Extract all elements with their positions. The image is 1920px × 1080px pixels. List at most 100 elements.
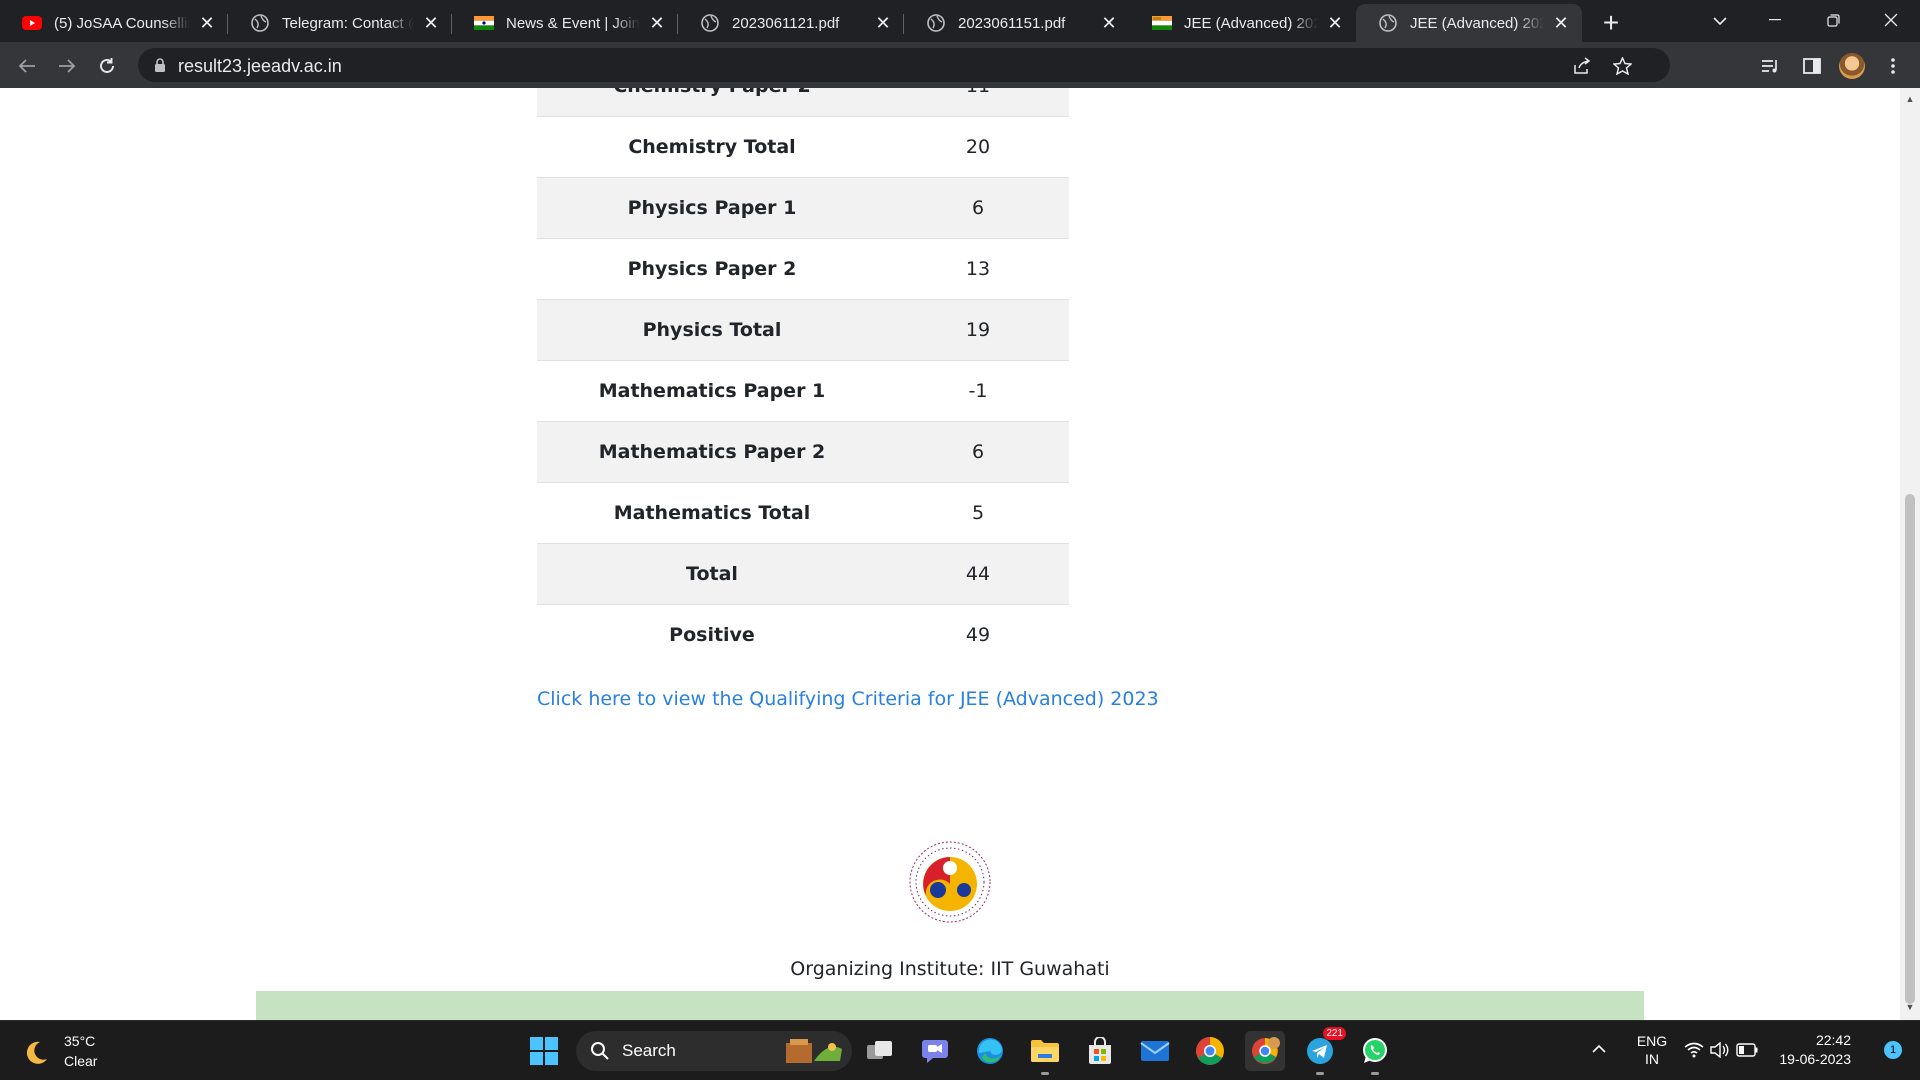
table-row: Physics Paper 1 6: [537, 177, 1069, 239]
score-table: Chemistry Paper 211 Chemistry Total 20 Ph…: [537, 88, 1069, 666]
marks-cell: 19: [965, 319, 991, 341]
minimize-button[interactable]: [1746, 0, 1804, 40]
forward-button[interactable]: [50, 49, 84, 83]
wifi-icon[interactable]: [1684, 1042, 1704, 1058]
marks-cell: 44: [965, 563, 991, 585]
scrollbar-thumb[interactable]: [1905, 494, 1915, 1004]
tab-pdf-2[interactable]: 2023061151.pdf ✕: [904, 4, 1130, 42]
task-view-button[interactable]: [860, 1031, 900, 1071]
close-window-button[interactable]: [1862, 0, 1920, 40]
minimize-icon: [1769, 19, 1781, 21]
tab-strip: (5) JoSAA Counselling ✕ Telegram: Contac…: [0, 0, 1920, 42]
close-tab-icon[interactable]: ✕: [1098, 12, 1120, 34]
arrow-left-icon: [18, 59, 35, 73]
url-text[interactable]: result23.jeeadv.ac.in: [178, 56, 342, 77]
subject-cell: Chemistry Paper 2: [537, 88, 887, 117]
tab-pdf-1[interactable]: 2023061121.pdf ✕: [678, 4, 904, 42]
clock[interactable]: 22:42 19-06-2023: [1775, 1031, 1851, 1069]
close-tab-icon[interactable]: ✕: [196, 12, 218, 34]
search-icon: [591, 1042, 609, 1060]
teams-chat-button[interactable]: [915, 1031, 955, 1071]
moon-icon: [26, 1041, 47, 1064]
close-tab-icon[interactable]: ✕: [1324, 12, 1346, 34]
weather-temperature: 35°C: [64, 1033, 96, 1049]
microsoft-store-button[interactable]: [1080, 1031, 1120, 1071]
region-code: IN: [1645, 1051, 1659, 1067]
table-row: Physics Total 19: [537, 299, 1069, 361]
subject-cell: Total: [686, 563, 738, 585]
tab-jee-2023[interactable]: JEE (Advanced) 2023 ✕: [1130, 4, 1356, 42]
menu-button[interactable]: [1876, 50, 1910, 82]
subject-cell: Physics Paper 1: [627, 197, 797, 219]
marks-cell: 6: [971, 441, 985, 463]
start-button[interactable]: [524, 1031, 564, 1071]
page-scrollbar[interactable]: ▲ ▼: [1900, 88, 1920, 1020]
bookmark-button[interactable]: [1608, 52, 1636, 80]
whatsapp-icon: [1363, 1038, 1387, 1063]
reading-list-button[interactable]: [1754, 50, 1788, 82]
close-tab-icon[interactable]: ✕: [1550, 12, 1572, 34]
file-explorer-button[interactable]: [1025, 1031, 1065, 1075]
weather-widget[interactable]: 35°C Clear: [22, 1031, 142, 1071]
chrome-profile-button[interactable]: [1245, 1031, 1285, 1071]
side-panel-button[interactable]: [1795, 50, 1829, 82]
back-button[interactable]: [10, 49, 44, 83]
address-bar[interactable]: result23.jeeadv.ac.in: [138, 48, 1670, 82]
tab-title: JEE (Advanced) 2022 I: [1410, 14, 1544, 32]
share-icon: [1574, 57, 1591, 74]
page-viewport: Chemistry Paper 211 Chemistry Total 20 Ph…: [0, 88, 1900, 1020]
close-tab-icon[interactable]: ✕: [420, 12, 442, 34]
table-row: Mathematics Paper 1 -1: [537, 360, 1069, 422]
globe-icon: [250, 13, 270, 33]
tab-jee-2022-result[interactable]: JEE (Advanced) 2022 I ✕: [1356, 4, 1582, 42]
tab-title: 2023061151.pdf: [958, 14, 1066, 32]
subject-cell: Chemistry Total: [628, 136, 796, 158]
table-row: Physics Paper 2 13: [537, 238, 1069, 300]
store-icon: [1089, 1037, 1111, 1064]
close-tab-icon[interactable]: ✕: [646, 12, 668, 34]
tab-search-button[interactable]: [1700, 6, 1740, 36]
close-icon: [1884, 13, 1898, 27]
language-code: ENG: [1636, 1033, 1668, 1049]
edge-icon: [977, 1038, 1003, 1064]
tab-telegram[interactable]: Telegram: Contact @r ✕: [228, 4, 452, 42]
qualifying-criteria-link[interactable]: Click here to view the Qualifying Criter…: [537, 688, 1159, 710]
chrome-button[interactable]: [1190, 1031, 1230, 1071]
profile-avatar[interactable]: [1839, 53, 1865, 79]
table-row: Total 44: [537, 543, 1069, 605]
restore-button[interactable]: [1804, 0, 1862, 40]
marks-cell: 13: [965, 258, 991, 280]
chevron-up-icon[interactable]: [1592, 1044, 1606, 1053]
search-label: Search: [622, 1041, 676, 1060]
marks-cell: 5: [971, 502, 985, 524]
subject-cell: Physics Paper 2: [627, 258, 797, 280]
globe-icon: [1378, 13, 1398, 33]
edge-button[interactable]: [970, 1031, 1010, 1071]
system-tray: ENG IN 22:42 19-06-2023 1: [1580, 1020, 1920, 1080]
mail-button[interactable]: [1135, 1031, 1175, 1071]
subject-cell: Mathematics Paper 2: [598, 441, 826, 463]
language-indicator[interactable]: ENG IN: [1632, 1032, 1672, 1068]
tab-josaa[interactable]: (5) JoSAA Counselling ✕: [0, 4, 228, 42]
search-highlight-icon: [786, 1039, 842, 1063]
telegram-button[interactable]: 221: [1300, 1027, 1346, 1075]
volume-icon[interactable]: [1710, 1042, 1730, 1058]
scroll-down-arrow-icon[interactable]: ▼: [1905, 1002, 1915, 1012]
iit-guwahati-logo: [906, 838, 994, 926]
scroll-up-arrow-icon[interactable]: ▲: [1905, 94, 1915, 104]
taskbar-search[interactable]: Search: [576, 1031, 852, 1071]
telegram-unread-badge: 221: [1323, 1027, 1346, 1040]
new-tab-button[interactable]: +: [1594, 6, 1628, 40]
reload-button[interactable]: [90, 49, 124, 83]
clock-time: 22:42: [1815, 1032, 1851, 1048]
tab-josaa-news[interactable]: News & Event | Joint S ✕: [452, 4, 678, 42]
weather-condition: Clear: [64, 1053, 98, 1069]
notification-badge[interactable]: 1: [1884, 1041, 1902, 1059]
jee-flag-icon: [1152, 13, 1172, 33]
battery-icon[interactable]: [1736, 1043, 1758, 1057]
close-tab-icon[interactable]: ✕: [872, 12, 894, 34]
lock-icon[interactable]: [152, 57, 168, 73]
share-button[interactable]: [1568, 52, 1596, 80]
whatsapp-button[interactable]: [1355, 1031, 1395, 1075]
task-view-icon: [867, 1041, 892, 1059]
